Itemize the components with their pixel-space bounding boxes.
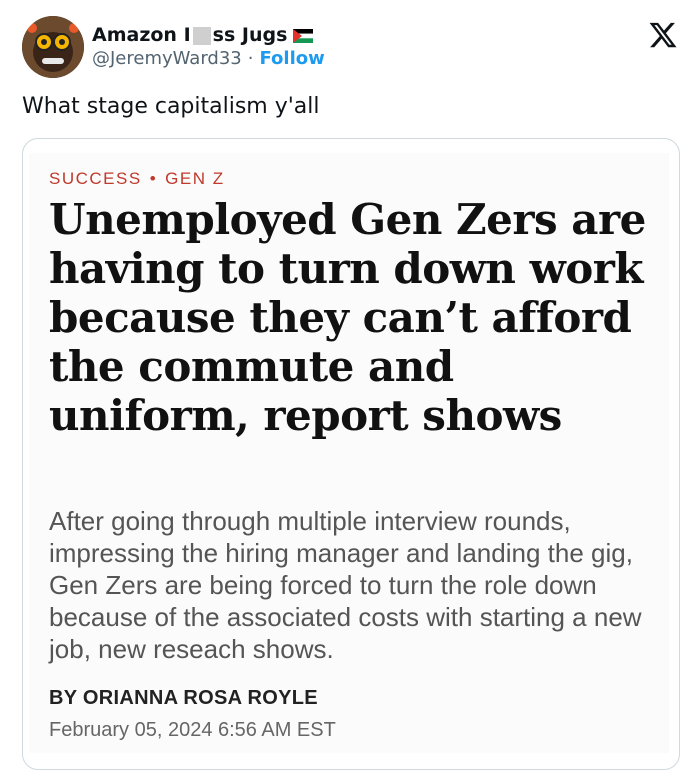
avatar[interactable] <box>22 16 84 78</box>
author-name-row[interactable]: Amazon Iss Jugs <box>92 22 314 48</box>
article-headline: Unemployed Gen Zers are having to turn d… <box>49 195 646 440</box>
article-screenshot: SUCCESS • GEN Z Unemployed Gen Zers are ha… <box>29 153 669 753</box>
tweet-header: Amazon Iss Jugs @JeremyWard33 · Follow <box>0 0 700 90</box>
author-handle[interactable]: @JeremyWard33 <box>92 48 242 69</box>
article-deck: After going through multiple interview r… <box>49 506 642 664</box>
kicker-topic[interactable]: GEN Z <box>165 169 224 188</box>
palestine-flag-icon <box>293 28 314 43</box>
x-logo-icon[interactable] <box>648 20 678 50</box>
kicker-section[interactable]: SUCCESS <box>49 169 142 188</box>
author-display-name[interactable]: Amazon Iss Jugs <box>92 24 287 46</box>
separator-dot: · <box>247 48 254 69</box>
tweet-text: What stage capitalism y'all <box>22 94 320 119</box>
follow-button[interactable]: Follow <box>259 48 324 69</box>
article-kicker: SUCCESS • GEN Z <box>49 169 225 189</box>
article-date: February 05, 2024 6:56 AM EST <box>49 719 336 741</box>
article-byline: BY ORIANNA ROSA ROYLE <box>49 687 318 709</box>
article-card[interactable]: SUCCESS • GEN Z Unemployed Gen Zers are ha… <box>22 138 680 770</box>
redaction-block <box>192 26 211 45</box>
kicker-separator: • <box>149 169 158 188</box>
author-handle-row: @JeremyWard33 · Follow <box>92 48 325 69</box>
